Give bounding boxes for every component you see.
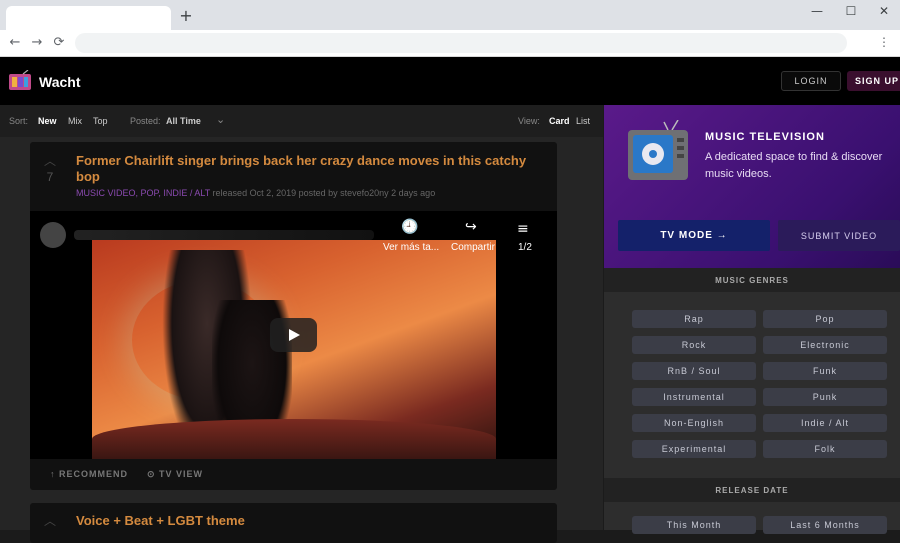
recommend-button[interactable]: ↑ RECOMMEND [50, 469, 128, 479]
view-list[interactable]: List [576, 116, 590, 126]
sort-label: Sort: [9, 116, 29, 126]
signup-button[interactable]: SIGN UP [847, 71, 900, 91]
genre-indie-alt[interactable]: Indie / Alt [763, 414, 887, 432]
back-icon[interactable]: ← [7, 35, 23, 51]
genre-experimental[interactable]: Experimental [632, 440, 756, 458]
playlist-icon[interactable]: ≡ [517, 221, 529, 237]
upvote-icon[interactable]: ︿ [43, 152, 57, 168]
chevron-down-icon[interactable]: ⌄ [216, 113, 225, 126]
tv-view-label: TV VIEW [159, 469, 204, 479]
posted-label: Posted: [130, 116, 161, 126]
release-date-heading: RELEASE DATE [604, 478, 900, 502]
tv-icon [628, 120, 688, 180]
post-title[interactable]: Voice + Beat + LGBT theme [76, 513, 541, 529]
sort-top[interactable]: Top [93, 116, 108, 126]
genre-funk[interactable]: Funk [763, 362, 887, 380]
brand-name[interactable]: Wacht [39, 74, 80, 90]
genre-rap[interactable]: Rap [632, 310, 756, 328]
genre-punk[interactable]: Punk [763, 388, 887, 406]
genre-electronic[interactable]: Electronic [763, 336, 887, 354]
playlist-count[interactable]: 1/2 [518, 242, 532, 253]
sort-mix[interactable]: Mix [68, 116, 82, 126]
genres-heading: MUSIC GENRES [604, 268, 900, 292]
tv-view-button[interactable]: ⊙ TV VIEW [147, 469, 203, 480]
genre-rnb-soul[interactable]: RnB / Soul [632, 362, 756, 380]
login-button[interactable]: LOGIN [781, 71, 841, 91]
address-bar[interactable] [75, 33, 847, 53]
post-meta: MUSIC VIDEO, POP, INDIE / ALT released O… [76, 188, 435, 198]
tv-mode-button[interactable]: TV MODE → [618, 220, 770, 251]
post-tags[interactable]: MUSIC VIDEO, POP, INDIE / ALT [76, 188, 210, 198]
release-this-month[interactable]: This Month [632, 516, 756, 534]
new-tab-button[interactable]: + [178, 8, 194, 24]
view-label: View: [518, 116, 540, 126]
share-icon[interactable]: ↪ [465, 219, 477, 235]
browser-tabstrip: + — ☐ ✕ [0, 0, 900, 30]
submit-video-button[interactable]: SUBMIT VIDEO [778, 220, 900, 251]
video-title-blurred [74, 230, 374, 240]
view-card[interactable]: Card [549, 116, 570, 126]
circle-play-icon: ⊙ [147, 469, 160, 479]
post-meta-rest: released Oct 2, 2019 posted by stevefo20… [210, 188, 436, 198]
wacht-logo-icon[interactable] [9, 70, 31, 90]
genre-non-english[interactable]: Non-English [632, 414, 756, 432]
clock-icon[interactable]: 🕘 [401, 219, 418, 235]
maximize-button[interactable]: ☐ [840, 4, 862, 20]
browser-tab[interactable] [6, 6, 171, 30]
play-button[interactable] [270, 318, 317, 352]
recommend-label: RECOMMEND [59, 469, 129, 479]
site-header [0, 57, 900, 105]
release-last-6-months[interactable]: Last 6 Months [763, 516, 887, 534]
browser-toolbar: ← → ⟳ ⋮ [0, 30, 900, 57]
hero-description: A dedicated space to find & discover mus… [705, 151, 883, 180]
genre-pop[interactable]: Pop [763, 310, 887, 328]
share-label[interactable]: Compartir [451, 242, 495, 253]
post-title[interactable]: Former Chairlift singer brings back her … [76, 153, 541, 185]
reload-icon[interactable]: ⟳ [51, 35, 67, 51]
genre-folk[interactable]: Folk [763, 440, 887, 458]
watch-later-label[interactable]: Ver más ta... [383, 242, 439, 253]
sort-bar: Sort: New Mix Top Posted: All Time ⌄ Vie… [0, 105, 603, 137]
hero-title: MUSIC TELEVISION [705, 131, 825, 143]
sort-new[interactable]: New [38, 116, 57, 126]
channel-avatar[interactable] [40, 222, 66, 248]
genre-rock[interactable]: Rock [632, 336, 756, 354]
arrow-up-icon: ↑ [50, 469, 60, 479]
close-window-button[interactable]: ✕ [873, 4, 895, 20]
forward-icon[interactable]: → [29, 35, 45, 51]
rock-hills [92, 419, 496, 459]
vote-count: 7 [46, 170, 54, 184]
posted-value[interactable]: All Time [166, 116, 201, 126]
upvote-icon[interactable]: ︿ [43, 512, 57, 528]
browser-menu-icon[interactable]: ⋮ [878, 35, 890, 51]
minimize-button[interactable]: — [806, 4, 828, 20]
genre-instrumental[interactable]: Instrumental [632, 388, 756, 406]
